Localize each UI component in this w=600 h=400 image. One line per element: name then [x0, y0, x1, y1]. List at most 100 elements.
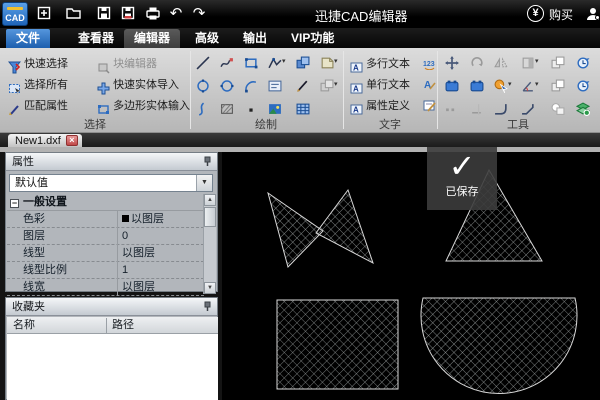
sketch-tool[interactable]	[220, 54, 234, 72]
attribute-define-tool[interactable]: 属性定义	[350, 97, 410, 113]
snap-tool[interactable]: ▾	[494, 77, 512, 95]
scrollbar[interactable]: ▲ ▼	[203, 194, 216, 294]
property-row[interactable]: 线宽 以图层	[7, 279, 204, 296]
spline-tool[interactable]	[196, 100, 210, 118]
account-button[interactable]	[585, 5, 600, 23]
collapse-icon[interactable]: −	[10, 199, 19, 208]
quick-select-tool[interactable]: 快速选择	[8, 55, 68, 71]
ole-object-tool[interactable]	[268, 77, 282, 95]
menu-tab-editor[interactable]: 编辑器	[124, 29, 180, 48]
property-row[interactable]: 图层 0	[7, 228, 204, 245]
viewport2-tool[interactable]	[470, 77, 484, 95]
open-file-button[interactable]	[62, 3, 84, 24]
mtext-tool[interactable]: 多行文本	[350, 55, 410, 71]
property-group-row[interactable]: −一般设置	[7, 194, 204, 211]
viewport-tool[interactable]	[445, 77, 459, 95]
line-icon	[196, 56, 210, 70]
table-icon	[296, 102, 310, 116]
sketch-icon	[220, 56, 234, 70]
save-pdf-button[interactable]	[117, 3, 139, 24]
pin-icon[interactable]	[202, 301, 213, 312]
fillet-icon	[494, 102, 508, 116]
drawing-canvas[interactable]	[222, 152, 600, 400]
rotate-cw-icon	[576, 56, 590, 70]
menu-tab-file[interactable]: 文件	[6, 29, 50, 48]
open-folder-icon	[65, 5, 82, 21]
arc-tool[interactable]	[244, 77, 258, 95]
favorites-list[interactable]	[7, 334, 218, 400]
edit-text-tool[interactable]	[423, 76, 436, 94]
copy-tool[interactable]	[551, 54, 565, 72]
new-file-icon	[36, 5, 52, 21]
pen-tool[interactable]	[296, 77, 310, 95]
single-text-tool[interactable]: 单行文本	[350, 76, 410, 92]
property-row[interactable]: 线型比例 1	[7, 262, 204, 279]
stamp-tool[interactable]: ▾	[320, 54, 338, 72]
annotate-tool[interactable]	[423, 97, 436, 115]
panel-tool[interactable]: ▾	[521, 54, 539, 72]
polyline-icon	[268, 56, 282, 70]
polyline-tool[interactable]: ▾	[268, 54, 286, 72]
pin-icon[interactable]	[202, 156, 213, 167]
match-properties-tool[interactable]: 匹配属性	[8, 97, 68, 113]
menu-tab-output[interactable]: 输出	[233, 29, 277, 48]
array-tool[interactable]	[445, 100, 459, 118]
annotate-icon	[423, 99, 436, 112]
select-all-tool[interactable]: 选择所有	[8, 76, 68, 92]
column-path[interactable]: 路径	[112, 317, 134, 333]
measure-icon	[521, 79, 535, 93]
favorites-column-headers[interactable]: 名称 路径	[7, 317, 218, 334]
circle-tool[interactable]	[196, 77, 210, 95]
new-file-button[interactable]	[33, 3, 55, 24]
scrollbar-thumb[interactable]	[204, 207, 216, 227]
measure-tool[interactable]: ▾	[521, 77, 539, 95]
undo-button[interactable]: ↶	[165, 3, 187, 24]
line-tool[interactable]	[196, 54, 210, 72]
stamp-icon	[320, 56, 334, 70]
block-editor-icon	[97, 61, 110, 74]
rotate-ccw-tool[interactable]	[576, 77, 590, 95]
mtext-icon	[350, 61, 363, 74]
menu-tab-vip[interactable]: VIP功能	[281, 29, 344, 48]
select-all-icon	[8, 82, 21, 95]
saved-toast-message: 已保存	[427, 183, 497, 199]
move-tool[interactable]	[445, 54, 459, 72]
menu-tab-advanced[interactable]: 高级	[185, 29, 229, 48]
document-tab[interactable]: New1.dxf×	[8, 134, 82, 148]
numbering-tool[interactable]	[423, 55, 436, 73]
yen-icon: ¥	[527, 5, 544, 22]
scroll-down-button[interactable]: ▼	[204, 282, 216, 294]
close-icon[interactable]: ×	[66, 135, 78, 146]
rotate-cw-tool[interactable]	[576, 54, 590, 72]
insert-block-tool[interactable]	[296, 54, 310, 72]
rotate-tool[interactable]	[470, 54, 484, 72]
property-row[interactable]: 线型 以图层	[7, 245, 204, 262]
chevron-down-icon[interactable]: ▼	[196, 175, 212, 191]
buy-button[interactable]: 购买	[549, 6, 573, 23]
polygon-entity-input-tool[interactable]: 多边形实体输入	[97, 97, 190, 113]
group-divider	[437, 51, 438, 129]
print-button[interactable]	[142, 3, 164, 24]
preset-dropdown[interactable]: 默认值 ▼	[9, 174, 213, 192]
rectangle-tool[interactable]	[244, 54, 258, 72]
mirror-tool[interactable]	[494, 54, 508, 72]
properties-grid: −一般设置 色彩 以图层 图层 0 线型 以图层 线型比例 1 线宽 以图层	[7, 194, 204, 294]
redo-button[interactable]: ↷	[188, 3, 210, 24]
block-editor-tool[interactable]: 块编辑器	[97, 55, 157, 71]
menu-tab-viewer[interactable]: 查看器	[68, 29, 124, 48]
draw-group-label: 绘制	[226, 116, 306, 132]
blocks-icon	[296, 56, 310, 70]
chevron-down-icon: ▾	[282, 58, 286, 65]
property-row[interactable]: 色彩 以图层	[7, 211, 204, 228]
circle-segment	[421, 298, 577, 394]
quick-entity-import-tool[interactable]: 快速实体导入	[97, 76, 179, 92]
ellipse-tool[interactable]	[220, 77, 234, 95]
copy2-tool[interactable]	[551, 77, 565, 95]
group-tool[interactable]: ▾	[320, 77, 338, 95]
layers-tool[interactable]	[576, 100, 590, 118]
column-name[interactable]: 名称	[7, 319, 35, 331]
favorites-panel-header: 收藏夹	[6, 298, 217, 316]
circle-icon	[196, 79, 210, 93]
save-button[interactable]	[93, 3, 115, 24]
scroll-up-button[interactable]: ▲	[204, 194, 216, 206]
